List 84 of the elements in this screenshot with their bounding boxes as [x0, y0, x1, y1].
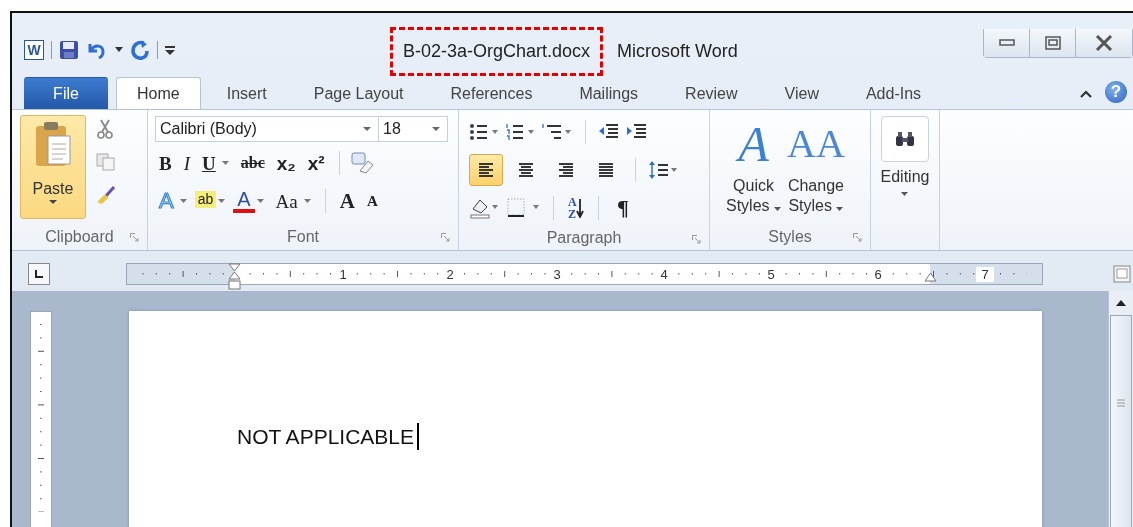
format-button[interactable]: x₂: [272, 153, 300, 173]
document-text: NOT APPLICABLE: [237, 424, 415, 449]
ribbon-tab[interactable]: Add-Ins: [844, 77, 943, 109]
word-logo-icon[interactable]: W: [24, 40, 44, 60]
format-button[interactable]: I: [179, 153, 194, 173]
caret-icon: [49, 200, 57, 205]
app-title: Microsoft Word: [617, 40, 738, 62]
save-icon[interactable]: [59, 40, 79, 60]
font-size-field[interactable]: 18: [378, 116, 448, 142]
tab-selector-button[interactable]: [28, 263, 50, 285]
grip-icon: [1116, 398, 1126, 407]
binoculars-icon: [895, 131, 915, 147]
align-left-button[interactable]: [469, 154, 503, 186]
close-icon: [1095, 35, 1113, 51]
multilevel-list-icon[interactable]: [541, 123, 573, 141]
paste-button[interactable]: Paste: [20, 115, 86, 219]
format-button[interactable]: x²: [303, 153, 329, 173]
increase-indent-icon[interactable]: [626, 123, 648, 141]
scissors-icon[interactable]: [96, 119, 114, 139]
ribbon-tab[interactable]: References: [429, 77, 554, 109]
ribbon-tab[interactable]: View: [763, 77, 840, 109]
group-label: Paragraph: [546, 229, 622, 247]
right-indent-marker-icon[interactable]: [924, 272, 937, 282]
format-button[interactable]: A: [233, 189, 255, 213]
sort-button[interactable]: AZ: [566, 196, 586, 220]
ruler-number: 7: [976, 266, 994, 282]
format-button[interactable]: A: [362, 193, 382, 209]
ribbon-tab[interactable]: Home: [116, 77, 201, 109]
left-tab-icon: [34, 269, 44, 279]
dialog-launcher-icon[interactable]: [130, 233, 139, 242]
text-align-icon: [557, 162, 575, 178]
caret-icon[interactable]: [115, 47, 123, 53]
caret-icon: [836, 207, 844, 211]
minimize-button[interactable]: [984, 29, 1030, 57]
dialog-launcher-icon[interactable]: [441, 233, 450, 242]
bullet-list-icon[interactable]: [469, 123, 499, 141]
document-title: B-02-3a-OrgChart.docx: [390, 26, 604, 76]
paintbrush-icon[interactable]: [96, 185, 116, 205]
text-cursor: [417, 423, 420, 450]
restore-button[interactable]: [1030, 29, 1076, 57]
ribbon-tab[interactable]: Page Layout: [292, 77, 425, 109]
dialog-launcher-icon[interactable]: [692, 235, 701, 244]
minimize-icon: [998, 39, 1015, 47]
scrollbar-thumb[interactable]: [1110, 315, 1132, 527]
caret-icon: [901, 192, 909, 196]
ribbon-tab[interactable]: File: [24, 77, 108, 109]
numbered-list-icon[interactable]: [505, 123, 535, 141]
quick-styles-button[interactable]: A Quick Styles: [724, 114, 783, 224]
document-page[interactable]: NOT APPLICABLE: [129, 311, 1042, 527]
collapse-ribbon-icon[interactable]: [1079, 89, 1093, 99]
scroll-up-icon[interactable]: [1115, 299, 1127, 307]
show-formatting-button[interactable]: ¶: [611, 195, 635, 221]
format-button[interactable]: B: [155, 153, 176, 173]
format-button[interactable]: Aa: [271, 191, 302, 211]
format-button[interactable]: A: [335, 190, 359, 212]
caret-icon: [774, 207, 781, 211]
line-spacing-icon[interactable]: [648, 160, 678, 180]
text-align-icon: [477, 162, 495, 178]
format-button[interactable]: U: [198, 153, 220, 173]
group-label: Styles: [768, 228, 812, 246]
group-label: Font: [287, 228, 319, 246]
format-button[interactable]: abc: [236, 155, 269, 171]
ribbon-tab[interactable]: Insert: [205, 77, 288, 109]
caret-icon[interactable]: [363, 126, 371, 132]
text-align-icon: [517, 162, 535, 178]
decrease-indent-icon[interactable]: [598, 123, 620, 141]
view-ruler-icon: [1113, 265, 1131, 283]
ribbon-tab[interactable]: Review: [664, 77, 759, 109]
change-styles-button[interactable]: AA Change Styles: [785, 114, 847, 224]
ribbon-tab[interactable]: Mailings: [558, 77, 660, 109]
arrow-down-icon: [576, 198, 584, 218]
restore-icon: [1044, 36, 1061, 50]
borders-icon[interactable]: [505, 197, 541, 219]
text-align-icon: [597, 162, 615, 178]
caret-icon[interactable]: [432, 126, 440, 132]
indent-marker-icon[interactable]: [228, 263, 241, 293]
redo-icon[interactable]: [130, 40, 150, 60]
group-label: Clipboard: [45, 228, 114, 246]
customize-icon[interactable]: [165, 44, 175, 56]
font-name-field[interactable]: Calibri (Body): [155, 116, 379, 142]
format-button[interactable]: ab: [194, 190, 217, 208]
shading-icon[interactable]: [469, 197, 499, 219]
dialog-launcher-icon[interactable]: [853, 233, 862, 242]
close-button[interactable]: [1076, 29, 1132, 57]
